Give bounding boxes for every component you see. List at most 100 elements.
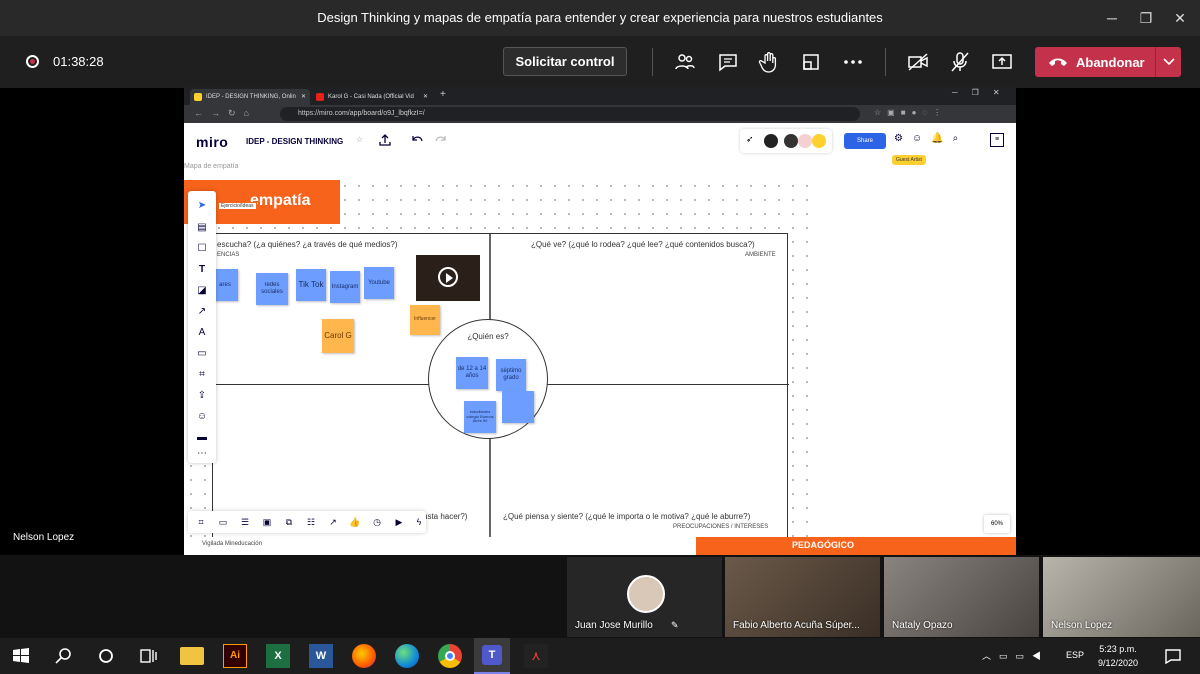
word-icon[interactable]: W	[309, 644, 333, 668]
sticky-note[interactable]: de 12 a 14 años	[456, 357, 488, 389]
select-icon[interactable]: ➤	[193, 199, 211, 213]
chat-icon[interactable]: ☰	[238, 515, 252, 529]
sticky-note[interactable]: Instagram	[330, 271, 360, 303]
star-icon[interactable]: ☆	[356, 135, 363, 144]
raise-hand-icon[interactable]	[757, 50, 781, 74]
chevron-down-icon[interactable]	[1155, 47, 1181, 77]
comment-icon[interactable]: ▭	[193, 347, 211, 361]
cursor-icon: ➶	[746, 134, 754, 144]
avatar	[798, 134, 812, 148]
task-view-icon[interactable]	[136, 644, 160, 668]
camera-off-icon[interactable]	[906, 50, 930, 74]
meeting-controls: 01:38:28 Solicitar control Abandonar	[0, 36, 1200, 88]
leave-button[interactable]: Abandonar	[1035, 47, 1181, 77]
close-tab-icon[interactable]: ✕	[301, 89, 306, 105]
maximize-icon[interactable]: ❐	[1131, 4, 1161, 32]
sticky-note-icon[interactable]: ◪	[193, 284, 211, 298]
divider	[885, 48, 886, 76]
search-icon[interactable]	[52, 644, 76, 668]
tab-miro[interactable]: IDEP - DESIGN THINKING, Onlin ✕	[190, 89, 310, 105]
cards-icon[interactable]: ⧉	[282, 515, 296, 529]
list-icon[interactable]: ☷	[304, 515, 318, 529]
section-tag: Ejercicio/Ideas	[218, 202, 257, 210]
sticky-note[interactable]: Tik Tok	[296, 269, 326, 301]
request-control-button[interactable]: Solicitar control	[503, 47, 627, 76]
screen-share-icon[interactable]: ▣	[260, 515, 274, 529]
close-icon[interactable]: ✕	[1165, 4, 1195, 32]
chrome-icon[interactable]	[438, 644, 462, 668]
participants-icon[interactable]	[673, 50, 697, 74]
extensions-icon[interactable]: ☆▣■●◌⋮	[874, 108, 1004, 120]
edge-icon[interactable]	[395, 644, 419, 668]
more-options-icon[interactable]	[841, 50, 865, 74]
participant-tile[interactable]: Juan Jose Murillo ✎	[567, 557, 722, 637]
windows-start-icon[interactable]	[9, 644, 33, 668]
frame-icon[interactable]: ☐	[193, 242, 211, 256]
zoom-level[interactable]: 60%	[984, 515, 1010, 533]
timer-icon[interactable]: ◷	[370, 515, 384, 529]
new-tab-icon[interactable]: +	[440, 89, 446, 100]
participant-tile[interactable]: Fabio Alberto Acuña Súper...	[725, 557, 880, 637]
text-icon[interactable]: T	[193, 263, 211, 277]
rooms-icon[interactable]	[799, 50, 823, 74]
link-icon[interactable]: ↗	[326, 515, 340, 529]
share-screen-icon[interactable]	[990, 50, 1014, 74]
pen-icon[interactable]: A	[193, 326, 211, 340]
teams-taskbar-button[interactable]: T	[474, 638, 510, 674]
chat-icon[interactable]	[716, 50, 740, 74]
tab-label: Karol G - Casi Nada (Official Vid	[328, 94, 414, 100]
avatar	[764, 134, 778, 148]
sticky-note[interactable]: Carol G	[322, 319, 354, 353]
participant-tile[interactable]: Nelson Lopez	[1043, 557, 1200, 637]
sticky-note[interactable]: estudiantes colegio Buenos Aires 90	[464, 401, 496, 433]
file-explorer-icon[interactable]	[180, 647, 204, 665]
cortana-icon[interactable]	[94, 644, 118, 668]
browser-window-controls-icon[interactable]: ─❐✕	[952, 88, 1014, 97]
nav-arrows-icon[interactable]: ←→↻⌂	[194, 108, 257, 119]
close-tab-icon[interactable]: ✕	[423, 89, 428, 105]
export-icon[interactable]	[378, 133, 392, 147]
upload-icon[interactable]: ⇪	[193, 389, 211, 403]
board-name[interactable]: IDEP - DESIGN THINKING	[246, 137, 343, 146]
collaborators[interactable]: ➶	[740, 129, 832, 153]
system-tray-icons[interactable]: ︿▭▭◀	[982, 649, 1049, 662]
templates-icon[interactable]: ▤	[193, 221, 211, 235]
minimize-icon[interactable]: ─	[1097, 4, 1127, 32]
comments-icon[interactable]: ▭	[216, 515, 230, 529]
excel-icon[interactable]: X	[266, 644, 290, 668]
video-icon[interactable]: ▶	[392, 515, 406, 529]
clock[interactable]: 5:23 p.m. 9/12/2020	[1098, 642, 1138, 670]
sticky-note[interactable]: Youtube	[364, 267, 394, 299]
mic-off-icon[interactable]	[948, 50, 972, 74]
undo-icon[interactable]	[410, 133, 424, 147]
video-embed[interactable]	[416, 255, 480, 301]
tab-youtube[interactable]: Karol G - Casi Nada (Official Vid ✕	[312, 89, 432, 105]
sticky-note[interactable]: redes sociales	[256, 273, 288, 305]
board-list-icon[interactable]: ≡	[990, 133, 1004, 147]
input-language[interactable]: ESP	[1066, 650, 1084, 660]
power-icon[interactable]: ϟ	[412, 515, 426, 529]
board-tools-icon[interactable]: ⚙☺🔔⌕	[894, 133, 967, 144]
emoji-icon[interactable]: ☺	[193, 410, 211, 424]
firefox-icon[interactable]	[352, 644, 376, 668]
card-icon[interactable]: ▬	[193, 431, 211, 445]
sticky-note[interactable]: Influencer	[410, 305, 440, 335]
url-field[interactable]: https://miro.com/app/board/o9J_lbqfkzI=/	[280, 107, 860, 121]
connector-icon[interactable]: ↗	[193, 305, 211, 319]
sticky-note[interactable]	[502, 391, 534, 423]
breadcrumb[interactable]: Mapa de empatía	[184, 163, 238, 170]
play-icon[interactable]	[438, 267, 458, 287]
acrobat-icon[interactable]: ⋏	[524, 644, 548, 668]
share-button[interactable]: Share	[844, 133, 886, 149]
notifications-icon[interactable]	[1161, 644, 1185, 668]
frames-icon[interactable]: ⌗	[194, 515, 208, 529]
crop-icon[interactable]: ⌗	[193, 368, 211, 382]
vote-icon[interactable]: 👍	[348, 515, 362, 529]
more-tools-icon[interactable]: ⋯	[193, 447, 211, 461]
sticky-note[interactable]: séptimo grado	[496, 359, 526, 391]
question-see: ¿Qué ve? (¿qué lo rodea? ¿qué lee? ¿qué …	[531, 240, 755, 249]
participant-name: Fabio Alberto Acuña Súper...	[733, 620, 860, 631]
participant-tile[interactable]: Nataly Opazo	[884, 557, 1039, 637]
redo-icon[interactable]	[434, 133, 448, 147]
illustrator-icon[interactable]: Ai	[223, 644, 247, 668]
